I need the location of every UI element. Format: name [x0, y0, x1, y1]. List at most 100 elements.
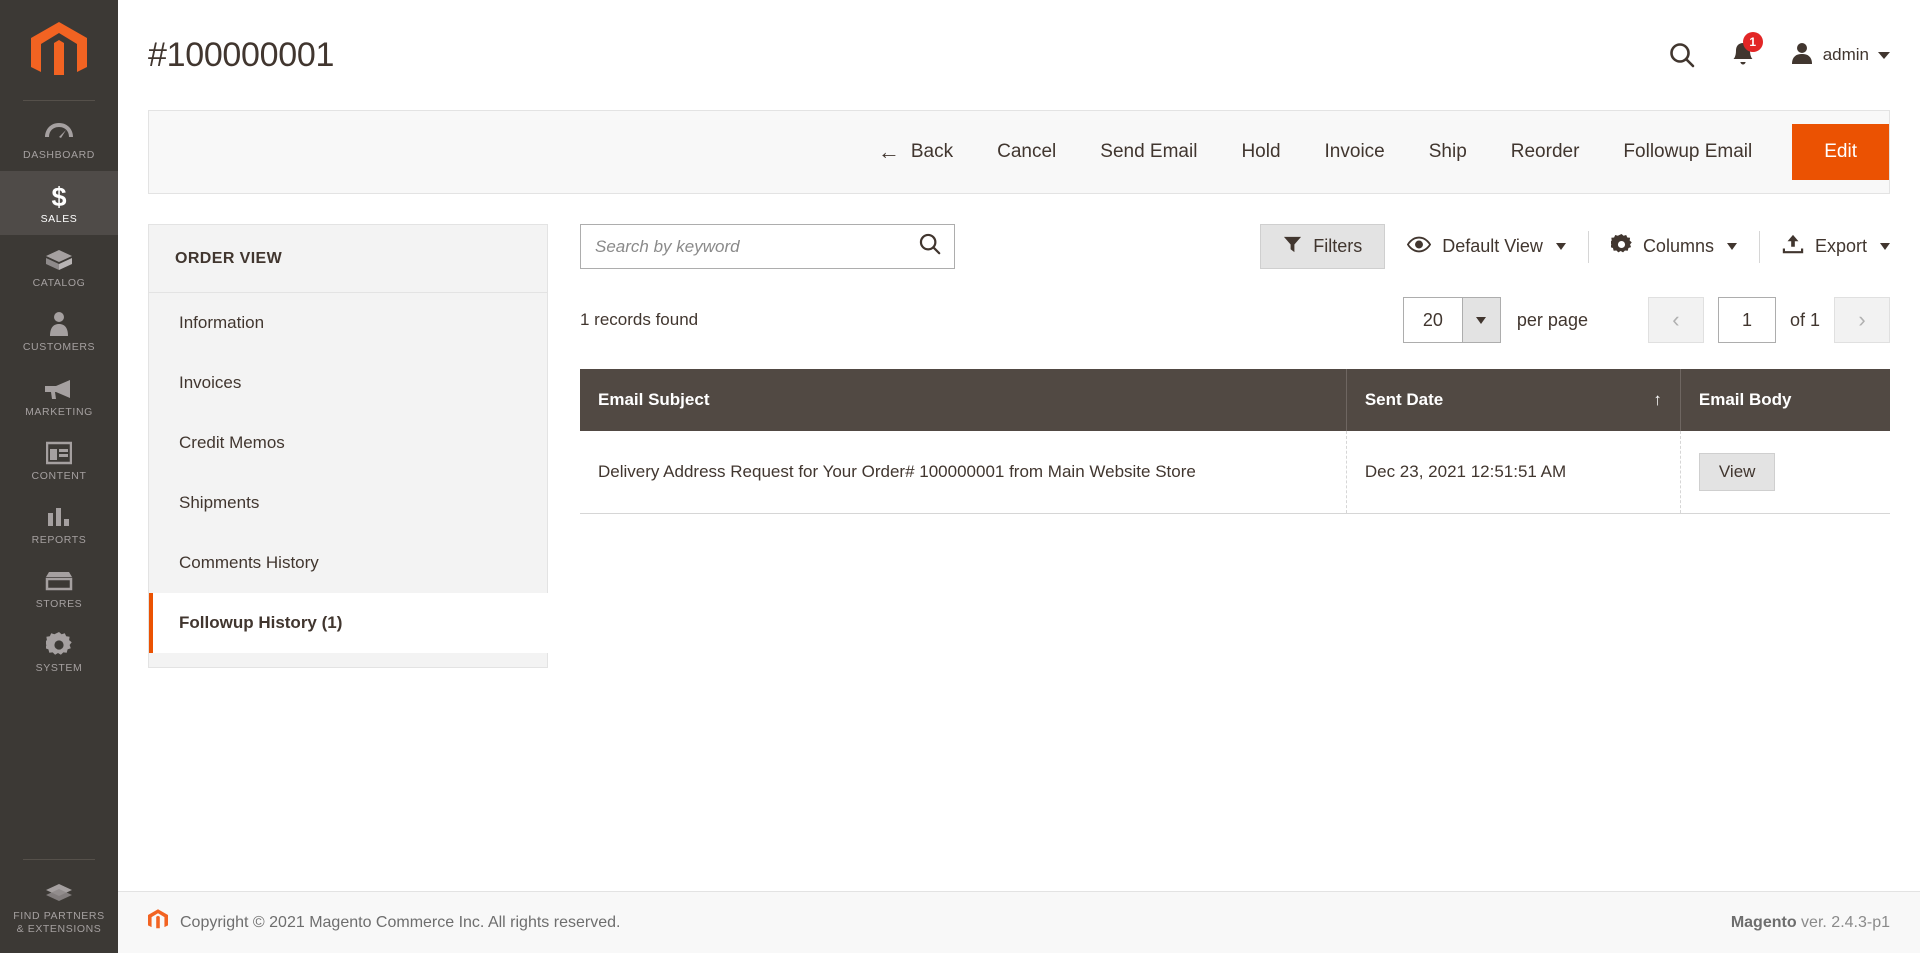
chevron-down-icon[interactable] — [1461, 298, 1500, 342]
chevron-right-icon: › — [1858, 307, 1866, 332]
sidebar-item-customers[interactable]: CUSTOMERS — [0, 299, 118, 363]
send-email-button[interactable]: Send Email — [1078, 110, 1219, 194]
cell-email-body: View — [1680, 431, 1890, 514]
sidebar-item-catalog[interactable]: CATALOG — [0, 235, 118, 299]
order-view-item-comments-history[interactable]: Comments History — [149, 533, 547, 593]
admin-user-name: admin — [1822, 45, 1869, 64]
chevron-down-icon — [1555, 243, 1566, 250]
sidebar-item-label: SALES — [40, 213, 78, 226]
copyright-text: Copyright © 2021 Magento Commerce Inc. A… — [180, 913, 621, 931]
cell-sent-date: Dec 23, 2021 12:51:51 AM — [1346, 431, 1681, 514]
column-header-label: Email Body — [1698, 390, 1792, 409]
admin-user-menu[interactable]: admin — [1790, 41, 1890, 70]
previous-page-button[interactable]: ‹ — [1647, 297, 1704, 343]
magento-logo-icon[interactable] — [31, 0, 87, 100]
sort-ascending-icon: ↑ — [1653, 390, 1662, 409]
notification-count-badge: 1 — [1742, 32, 1763, 52]
notifications-button[interactable]: 1 — [1730, 32, 1763, 69]
edit-button[interactable]: Edit — [1792, 124, 1889, 180]
user-avatar-icon — [1790, 41, 1814, 70]
page-footer: Copyright © 2021 Magento Commerce Inc. A… — [118, 891, 1920, 953]
sidebar-item-marketing[interactable]: MARKETING — [0, 364, 118, 428]
dashboard-icon — [2, 118, 116, 146]
view-email-body-button[interactable]: View — [1698, 453, 1776, 491]
svg-text:$: $ — [51, 182, 66, 210]
main-content: #100000001 1 admin ← Back Cancel Send Em… — [118, 0, 1920, 953]
search-input-wrapper[interactable] — [580, 224, 955, 269]
order-view-panel-footer — [149, 653, 547, 667]
followup-email-button[interactable]: Followup Email — [1601, 110, 1774, 194]
page-number-input[interactable]: 1 — [1717, 297, 1776, 343]
column-header-email-body[interactable]: Email Body — [1680, 369, 1890, 431]
export-upload-icon — [1782, 234, 1804, 259]
per-page-value: 20 — [1422, 309, 1443, 330]
columns-dropdown[interactable]: Columns — [1589, 231, 1759, 263]
search-icon[interactable] — [918, 232, 942, 261]
sidebar-item-dashboard[interactable]: DASHBOARD — [0, 107, 118, 171]
gear-icon — [1609, 233, 1632, 260]
sidebar-item-label: CONTENT — [31, 469, 87, 482]
default-view-dropdown[interactable]: Default View — [1385, 231, 1588, 263]
chevron-down-icon — [1726, 243, 1737, 250]
sidebar-item-label-line2: & EXTENSIONS — [16, 922, 102, 935]
sidebar-item-system[interactable]: SYSTEM — [0, 620, 118, 684]
export-dropdown[interactable]: Export — [1760, 231, 1890, 263]
per-page-select[interactable]: 20 — [1402, 297, 1501, 343]
grid-meta-row: 1 records found 20 per page ‹ 1 of 1 › — [580, 297, 1890, 343]
search-input[interactable] — [595, 236, 918, 257]
order-view-item-information[interactable]: Information — [149, 293, 547, 353]
table-header-row: Email Subject ↑ Sent Date Email Body — [580, 369, 1890, 431]
sidebar-item-label-line1: FIND PARTNERS — [13, 909, 105, 922]
order-view-item-followup-history[interactable]: Followup History (1) — [149, 593, 548, 653]
sidebar-item-sales[interactable]: $ SALES — [0, 171, 118, 236]
pagination: 20 per page ‹ 1 of 1 › — [1402, 297, 1890, 343]
order-view-panel: ORDER VIEW Information Invoices Credit M… — [148, 224, 548, 668]
order-view-heading: ORDER VIEW — [149, 225, 547, 293]
order-view-item-credit-memos[interactable]: Credit Memos — [149, 413, 547, 473]
chevron-down-icon — [1880, 243, 1890, 250]
invoice-button[interactable]: Invoice — [1303, 110, 1407, 194]
columns-label: Columns — [1642, 236, 1714, 256]
records-found-label: 1 records found — [580, 310, 699, 329]
search-icon[interactable] — [1668, 41, 1696, 69]
page-actions-toolbar: ← Back Cancel Send Email Hold Invoice Sh… — [148, 110, 1890, 194]
sidebar-item-label: MARKETING — [25, 405, 93, 418]
chevron-down-icon — [1878, 51, 1890, 59]
gear-icon — [2, 631, 116, 659]
header-actions: 1 admin — [1668, 32, 1890, 70]
grid-actions: Filters Default View Columns Export — [1260, 224, 1890, 269]
box-icon — [2, 246, 116, 274]
grid-toolbar: Filters Default View — [580, 224, 1890, 269]
magento-logo-icon — [148, 908, 168, 937]
sidebar-item-reports[interactable]: REPORTS — [0, 492, 118, 556]
back-button[interactable]: ← Back — [878, 110, 975, 194]
default-view-label: Default View — [1442, 236, 1543, 256]
sidebar-item-label: CATALOG — [32, 277, 86, 290]
table-body: Delivery Address Request for Your Order#… — [580, 431, 1890, 514]
sidebar-item-stores[interactable]: STORES — [0, 556, 118, 620]
ship-button[interactable]: Ship — [1407, 110, 1489, 194]
sidebar-item-label: SYSTEM — [35, 662, 83, 674]
sidebar-item-find-partners-extensions[interactable]: FIND PARTNERS & EXTENSIONS — [0, 868, 118, 945]
reorder-button[interactable]: Reorder — [1489, 110, 1602, 194]
page-total-label: of 1 — [1789, 309, 1820, 330]
order-view-item-invoices[interactable]: Invoices — [149, 353, 547, 413]
sidebar-bottom-group: FIND PARTNERS & EXTENSIONS — [0, 858, 118, 953]
person-icon — [2, 310, 116, 338]
order-view-list: Information Invoices Credit Memos Shipme… — [149, 293, 548, 653]
hold-button[interactable]: Hold — [1219, 110, 1302, 194]
version-info: Magento ver. 2.4.3-p1 — [1731, 914, 1890, 932]
column-header-email-subject[interactable]: Email Subject — [580, 369, 1347, 431]
arrow-left-icon: ← — [877, 139, 900, 164]
sidebar-divider-top — [23, 100, 95, 101]
next-page-button[interactable]: › — [1834, 297, 1890, 343]
order-view-item-shipments[interactable]: Shipments — [149, 473, 547, 533]
sidebar-item-content[interactable]: CONTENT — [0, 428, 118, 492]
table-row[interactable]: Delivery Address Request for Your Order#… — [580, 431, 1890, 514]
filters-button[interactable]: Filters — [1260, 224, 1386, 269]
page-title: #100000001 — [148, 35, 335, 74]
sidebar-item-label: REPORTS — [31, 533, 87, 546]
column-header-sent-date[interactable]: ↑ Sent Date — [1346, 369, 1681, 431]
cancel-button[interactable]: Cancel — [975, 110, 1078, 194]
export-label: Export — [1814, 236, 1867, 256]
